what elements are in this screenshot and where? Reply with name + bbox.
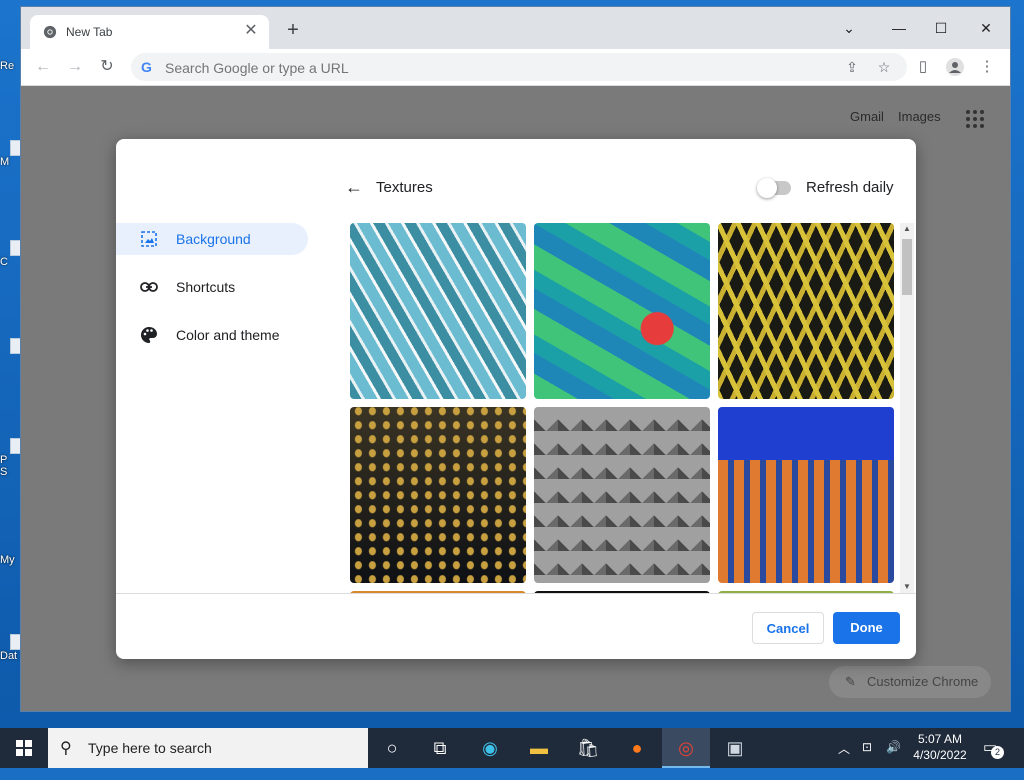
images-link[interactable]: Images <box>898 109 941 124</box>
profile-avatar-icon[interactable] <box>943 55 967 79</box>
apps-grid-icon[interactable] <box>964 108 986 130</box>
nav-background-label: Background <box>176 231 251 247</box>
clock-date: 4/30/2022 <box>913 748 967 762</box>
texture-tile[interactable] <box>534 223 710 399</box>
desktop-icon[interactable]: Re <box>0 60 22 72</box>
toggle-knob <box>757 178 777 198</box>
chrome-icon <box>43 25 57 39</box>
tab-close-icon[interactable]: ✕ <box>242 22 260 40</box>
desktop-icon[interactable]: C <box>0 240 26 268</box>
share-icon[interactable]: ⇪ <box>843 58 861 76</box>
firefox-icon[interactable]: ● <box>613 728 661 768</box>
task-view-icon[interactable]: ⧉ <box>416 728 464 768</box>
tray-chevron-up-icon[interactable]: ︿ <box>838 740 850 780</box>
toolbar: ← → ↻ G ⇪ ☆ ▯ ⋮ <box>21 49 1010 86</box>
close-icon[interactable]: ✕ <box>973 15 999 41</box>
taskbar: ⚲ Type here to search ○ ⧉ ◉ ▬ 🛍 ● ◎ ▣ ︿ … <box>0 728 1024 768</box>
taskbar-search[interactable]: ⚲ Type here to search <box>48 728 368 768</box>
back-arrow-icon[interactable]: ← <box>31 55 55 79</box>
scrollbar-thumb[interactable] <box>902 239 912 295</box>
google-g-icon: G <box>141 59 152 75</box>
scroll-up-icon[interactable]: ▲ <box>900 223 914 235</box>
desktop-icon-label: My <box>0 554 15 566</box>
image-icon <box>141 231 157 247</box>
refresh-daily-toggle[interactable] <box>757 178 791 198</box>
edge-icon[interactable]: ◉ <box>466 728 514 768</box>
desktop-icon[interactable]: My <box>0 554 22 566</box>
done-button[interactable]: Done <box>833 612 900 644</box>
chrome-taskbar-icon[interactable]: ◎ <box>662 728 710 768</box>
volume-icon[interactable]: 🔊 <box>886 740 901 780</box>
refresh-daily-label: Refresh daily <box>806 179 894 196</box>
desktop-icon-label: M <box>0 156 10 168</box>
taskbar-search-placeholder: Type here to search <box>88 740 212 756</box>
cortana-icon[interactable]: ○ <box>368 728 416 768</box>
cancel-button[interactable]: Cancel <box>752 612 824 644</box>
nav-background[interactable]: Background <box>116 223 308 255</box>
desktop-icon-label: S <box>0 466 8 478</box>
palette-icon <box>141 327 157 343</box>
texture-tile[interactable] <box>350 223 526 399</box>
nav-color-theme-label: Color and theme <box>176 327 280 343</box>
texture-tile[interactable] <box>718 223 894 399</box>
maximize-icon[interactable]: ☐ <box>928 15 954 41</box>
nav-color-theme[interactable]: Color and theme <box>116 319 308 351</box>
search-icon: ⚲ <box>60 740 72 757</box>
forward-arrow-icon[interactable]: → <box>63 55 87 79</box>
desktop-icon-label: Dat <box>0 650 18 662</box>
file-explorer-icon[interactable]: ▬ <box>515 728 563 768</box>
nav-shortcuts-label: Shortcuts <box>176 279 236 295</box>
star-icon[interactable]: ☆ <box>875 58 893 76</box>
gmail-link[interactable]: Gmail <box>850 109 884 124</box>
desktop-icon[interactable] <box>0 338 26 354</box>
new-tab-plus-icon[interactable]: + <box>283 20 303 40</box>
side-panel-icon[interactable]: ▯ <box>911 55 935 79</box>
store-icon[interactable]: 🛍 <box>564 728 612 768</box>
texture-tile[interactable] <box>534 407 710 583</box>
texture-grid <box>350 223 898 593</box>
desktop-icon[interactable]: Dat <box>0 634 26 662</box>
link-icon <box>140 282 158 292</box>
scroll-down-icon[interactable]: ▼ <box>900 581 914 593</box>
customize-chrome-label: Customize Chrome <box>867 674 979 689</box>
desktop-icon-label: Re <box>0 60 15 72</box>
desktop-icon-label: P <box>0 454 8 466</box>
texture-tile[interactable] <box>350 407 526 583</box>
back-arrow-icon[interactable]: ← <box>344 177 364 197</box>
clock[interactable]: 5:07 AM 4/30/2022 <box>906 731 974 763</box>
customize-chrome-button[interactable]: ✎ Customize Chrome <box>829 666 991 698</box>
chevron-down-icon[interactable]: ⌄ <box>836 15 862 41</box>
remote-app-icon[interactable]: ▣ <box>711 728 759 768</box>
menu-kebab-icon[interactable]: ⋮ <box>975 55 999 79</box>
network-icon[interactable]: ⊡ <box>862 740 872 780</box>
pencil-icon: ✎ <box>845 674 856 689</box>
notification-badge: 2 <box>991 746 1004 759</box>
customize-dialog: Background Shortcuts Color and theme ← T… <box>116 139 916 659</box>
desktop-icon[interactable]: PS <box>0 438 26 478</box>
divider <box>116 593 916 594</box>
minimize-icon[interactable]: — <box>886 15 912 41</box>
section-title: Textures <box>376 179 433 196</box>
tab-new-tab[interactable]: New Tab ✕ <box>30 15 269 49</box>
scrollbar[interactable]: ▲ ▼ <box>900 223 914 593</box>
tab-title: New Tab <box>66 25 113 39</box>
windows-start-icon[interactable] <box>0 728 48 768</box>
omnibox[interactable]: G ⇪ ☆ <box>131 53 907 81</box>
title-bar: New Tab ✕ + ⌄ — ☐ ✕ <box>21 7 1010 49</box>
reload-icon[interactable]: ↻ <box>95 55 119 79</box>
desktop-icon[interactable]: M <box>0 140 26 168</box>
chrome-window: New Tab ✕ + ⌄ — ☐ ✕ ← → ↻ G ⇪ ☆ ▯ ⋮ Gmai… <box>21 7 1010 711</box>
nav-shortcuts[interactable]: Shortcuts <box>116 271 308 303</box>
texture-tile[interactable] <box>718 407 894 583</box>
notification-icon[interactable]: ▭ 2 <box>983 738 1004 759</box>
clock-time: 5:07 AM <box>917 732 963 746</box>
desktop-icon-label: C <box>0 256 8 268</box>
omnibox-input[interactable] <box>163 57 817 79</box>
